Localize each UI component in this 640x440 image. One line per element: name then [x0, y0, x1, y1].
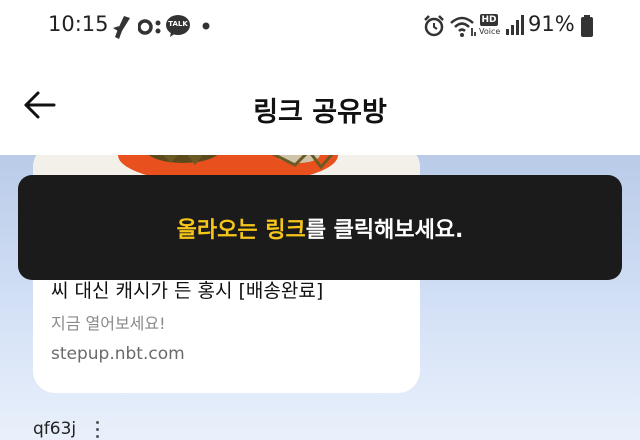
talk-icon: TALK — [165, 14, 191, 38]
wifi-icon — [450, 16, 476, 37]
link-card-domain: stepup.nbt.com — [51, 344, 185, 364]
link-card-subtitle: 지금 열어보세요! — [51, 314, 166, 333]
status-bar: 10:15 TALK HD Voice 91% — [0, 0, 640, 52]
hd-voice-icon: HD Voice — [479, 12, 503, 38]
link-card-title[interactable]: 씨 대신 캐시가 든 홍시 [배송완료] — [51, 276, 323, 303]
toast-message: 올라오는 링크 를 클릭해보세요. — [18, 175, 622, 280]
toast-highlight: 올라오는 링크 — [176, 217, 306, 243]
more-vertical-icon[interactable] — [92, 419, 102, 439]
infinity-icon — [138, 19, 161, 35]
sender-name[interactable]: qf63j — [33, 419, 76, 439]
battery-percent: 91% — [528, 12, 575, 36]
battery-icon — [581, 15, 593, 37]
dot-icon — [202, 22, 210, 30]
signal-icon — [506, 15, 524, 35]
hd-label: HD — [480, 14, 498, 26]
app-header: 링크 공유방 — [0, 52, 640, 155]
voice-label: Voice — [479, 27, 501, 36]
talk-badge-text: TALK — [168, 20, 188, 28]
status-time: 10:15 — [48, 12, 109, 36]
jet-icon — [113, 16, 130, 39]
page-title: 링크 공유방 — [253, 97, 387, 128]
toast-text: 를 클릭해보세요. — [305, 217, 464, 243]
alarm-icon — [424, 15, 444, 37]
